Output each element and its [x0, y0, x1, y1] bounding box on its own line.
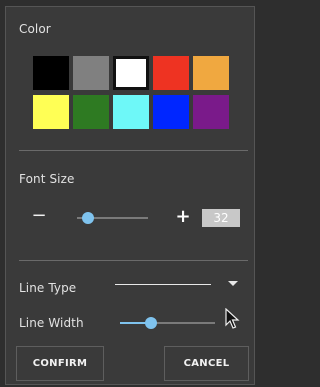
cancel-button[interactable]: CANCEL — [164, 346, 249, 381]
color-swatch-blue[interactable] — [153, 95, 189, 129]
font-size-value-box[interactable]: 32 — [202, 209, 240, 227]
divider-font — [19, 260, 248, 261]
minus-icon: − — [31, 205, 47, 226]
line-width-label: Line Width — [19, 316, 84, 330]
font-size-label: Font Size — [19, 172, 75, 186]
chevron-down-icon[interactable] — [228, 281, 238, 286]
mouse-cursor-icon — [225, 308, 240, 329]
color-swatch-white[interactable] — [113, 56, 149, 90]
font-size-slider-thumb[interactable] — [81, 212, 94, 224]
plus-icon: + — [175, 206, 191, 227]
color-swatch-purple[interactable] — [193, 95, 229, 129]
color-label: Color — [19, 22, 51, 36]
decrease-font-button[interactable]: − — [31, 206, 47, 226]
line-type-dropdown[interactable] — [115, 276, 243, 292]
color-swatch-cyan[interactable] — [113, 95, 149, 129]
color-swatch-gray[interactable] — [73, 56, 109, 90]
color-swatch-orange[interactable] — [193, 56, 229, 90]
line-type-preview — [115, 284, 211, 285]
color-swatch-black[interactable] — [33, 56, 69, 90]
line-type-label: Line Type — [19, 281, 77, 295]
color-swatch-red[interactable] — [153, 56, 189, 90]
divider-color — [19, 150, 248, 151]
color-swatch-yellow[interactable] — [33, 95, 69, 129]
color-swatch-green[interactable] — [73, 95, 109, 129]
font-size-value: 32 — [213, 211, 229, 225]
increase-font-button[interactable]: + — [175, 207, 191, 227]
confirm-button[interactable]: CONFIRM — [16, 346, 104, 381]
